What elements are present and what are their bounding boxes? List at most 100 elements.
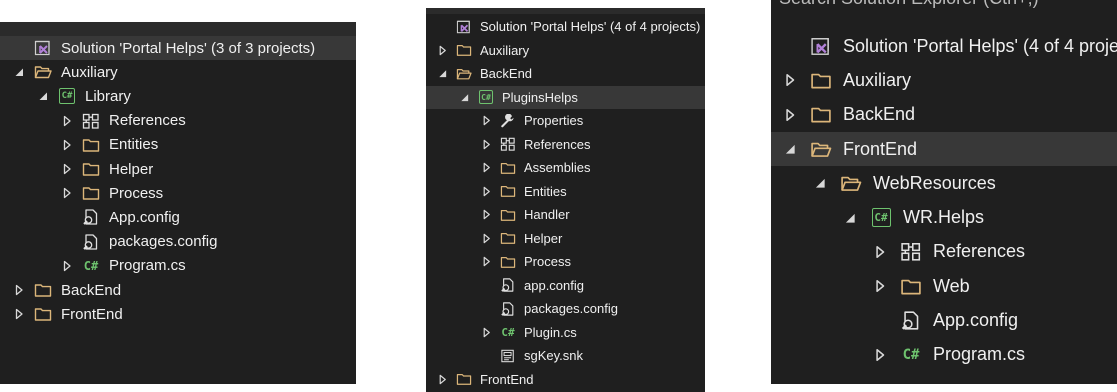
tree-item-helper[interactable]: Helper (426, 227, 705, 251)
tree-item-solution-portal-helps-4-of-4-projects[interactable]: Solution 'Portal Helps' (4 of 4 projects… (426, 15, 705, 39)
tree-item-entities[interactable]: Entities (426, 180, 705, 204)
tree-item-label: BackEnd (843, 104, 916, 125)
tree-item-label: Web (933, 275, 970, 296)
folder-icon (78, 137, 104, 153)
tree-item-label: Auxiliary (843, 69, 912, 90)
folder-open-icon (452, 67, 476, 81)
collapsed-arrow-icon[interactable] (8, 308, 30, 320)
tree-item-backend[interactable]: BackEnd (771, 98, 1117, 132)
tree-item-plugin-cs[interactable]: C# Plugin.cs (426, 321, 705, 345)
tree-item-label: Entities (109, 136, 159, 154)
tree-item-label: Helper (524, 230, 563, 246)
tree-item-auxiliary[interactable]: Auxiliary (0, 60, 356, 84)
tree-item-assemblies[interactable]: Assemblies (426, 156, 705, 180)
tree-item-label: Solution 'Portal Helps' (4 of 4 projects… (843, 35, 1117, 56)
tree-item-frontend[interactable]: FrontEnd (771, 131, 1117, 167)
tree-item-properties[interactable]: Properties (426, 109, 705, 133)
tree-item-references[interactable]: References (426, 133, 705, 157)
collapsed-arrow-icon[interactable] (56, 187, 78, 199)
csharp-project-icon: C# (865, 208, 897, 228)
collapsed-arrow-icon[interactable] (775, 108, 805, 122)
collapsed-arrow-icon[interactable] (476, 139, 496, 150)
tree-item-backend[interactable]: BackEnd (426, 62, 705, 86)
tree-item-app-config[interactable]: app.config (426, 274, 705, 298)
expanded-arrow-icon[interactable] (805, 176, 835, 190)
tree-item-wr-helps[interactable]: C# WR.Helps (771, 201, 1117, 235)
folder-icon (496, 231, 520, 245)
folder-icon (805, 71, 837, 90)
tree-item-webresources[interactable]: WebResources (771, 166, 1117, 200)
folder-icon (496, 184, 520, 198)
tree-item-solution-portal-helps-3-of-3-projects[interactable]: Solution 'Portal Helps' (3 of 3 projects… (0, 36, 356, 61)
collapsed-arrow-icon[interactable] (56, 260, 78, 272)
expanded-arrow-icon[interactable] (432, 68, 452, 79)
tree-item-sgkey-snk[interactable]: sgKey.snk (426, 344, 705, 368)
tree-item-entities[interactable]: Entities (0, 133, 356, 157)
tree-item-backend[interactable]: BackEnd (0, 278, 356, 302)
tree-item-solution-portal-helps-4-of-4-projects[interactable]: Solution 'Portal Helps' (4 of 4 projects… (771, 29, 1117, 63)
tree-item-web[interactable]: Web (771, 269, 1117, 303)
tree-item-library[interactable]: C# Library (0, 84, 356, 108)
folder-icon (78, 161, 104, 177)
collapsed-arrow-icon[interactable] (865, 279, 895, 293)
collapsed-arrow-icon[interactable] (56, 139, 78, 151)
search-header: Search Solution Explorer (Ctrl+;) (779, 0, 1039, 9)
solution-icon (452, 20, 476, 34)
collapsed-arrow-icon[interactable] (432, 45, 452, 56)
folder-icon (805, 105, 837, 124)
tree-item-app-config[interactable]: App.config (771, 303, 1117, 337)
collapsed-arrow-icon[interactable] (476, 256, 496, 267)
collapsed-arrow-icon[interactable] (476, 327, 496, 338)
tree-item-frontend[interactable]: FrontEnd (0, 302, 356, 326)
tree-item-packages-config[interactable]: packages.config (426, 297, 705, 321)
tree-item-label: BackEnd (480, 66, 533, 82)
expanded-arrow-icon[interactable] (8, 66, 30, 78)
tree-item-label: Plugin.cs (524, 324, 577, 340)
collapsed-arrow-icon[interactable] (476, 162, 496, 173)
folder-icon (496, 208, 520, 222)
expanded-arrow-icon[interactable] (775, 142, 805, 156)
config-file-icon (496, 278, 520, 292)
tree-item-label: Process (109, 184, 164, 202)
collapsed-arrow-icon[interactable] (476, 115, 496, 126)
csharp-file-icon: C# (83, 258, 99, 273)
tree-item-auxiliary[interactable]: Auxiliary (771, 63, 1117, 97)
tree-item-label: WR.Helps (903, 207, 985, 228)
collapsed-arrow-icon[interactable] (476, 186, 496, 197)
tree-item-frontend[interactable]: FrontEnd (426, 368, 705, 392)
tree-item-references[interactable]: References (0, 109, 356, 133)
folder-open-icon (835, 174, 867, 193)
collapsed-arrow-icon[interactable] (476, 233, 496, 244)
collapsed-arrow-icon[interactable] (8, 284, 30, 296)
tree-item-auxiliary[interactable]: Auxiliary (426, 39, 705, 63)
collapsed-arrow-icon[interactable] (865, 348, 895, 362)
references-icon (78, 113, 104, 129)
tree-item-app-config[interactable]: App.config (0, 205, 356, 229)
tree-item-handler[interactable]: Handler (426, 203, 705, 227)
tree-item-program-cs[interactable]: C# Program.cs (771, 338, 1117, 372)
references-icon (496, 137, 520, 151)
tree-item-process[interactable]: Process (0, 181, 356, 205)
collapsed-arrow-icon[interactable] (476, 209, 496, 220)
folder-icon (452, 372, 476, 386)
tree-item-label: sgKey.snk (524, 348, 584, 364)
tree-item-label: Solution 'Portal Helps' (3 of 3 projects… (61, 39, 316, 57)
collapsed-arrow-icon[interactable] (56, 115, 78, 127)
tree-item-references[interactable]: References (771, 235, 1117, 269)
tree-item-helper[interactable]: Helper (0, 157, 356, 181)
tree-item-program-cs[interactable]: C# Program.cs (0, 254, 356, 278)
tree-item-pluginshelps[interactable]: C# PluginsHelps (426, 85, 705, 109)
collapsed-arrow-icon[interactable] (432, 374, 452, 385)
tree-item-process[interactable]: Process (426, 250, 705, 274)
collapsed-arrow-icon[interactable] (865, 245, 895, 259)
solution-icon (30, 40, 56, 56)
collapsed-arrow-icon[interactable] (56, 163, 78, 175)
expanded-arrow-icon[interactable] (835, 211, 865, 225)
csharp-project-icon: C# (54, 88, 80, 105)
tree-item-label: Helper (109, 160, 154, 178)
folder-icon (452, 43, 476, 57)
collapsed-arrow-icon[interactable] (775, 73, 805, 87)
expanded-arrow-icon[interactable] (32, 90, 54, 102)
tree-item-packages-config[interactable]: packages.config (0, 230, 356, 254)
expanded-arrow-icon[interactable] (454, 92, 474, 103)
